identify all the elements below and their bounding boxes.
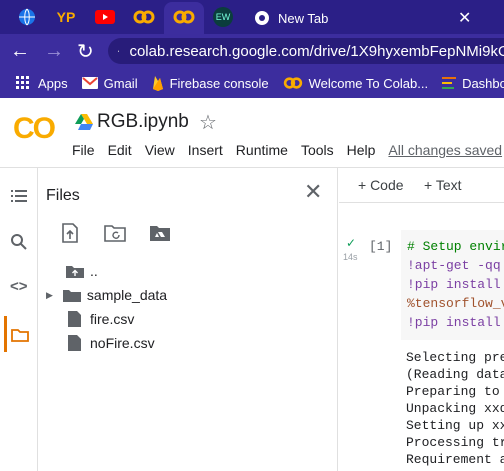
bookmark-firebase[interactable]: Firebase console bbox=[152, 75, 269, 91]
colab-icon bbox=[173, 10, 195, 24]
output-line: Selecting pre bbox=[406, 350, 504, 365]
notebook-title[interactable]: RGB.ipynb bbox=[97, 111, 189, 133]
notebook-area: + Code + Text ✓ 14s [1] # Setup envir !a… bbox=[339, 168, 504, 471]
files-panel-title: Files bbox=[46, 187, 80, 204]
bookmark-welcome-colab[interactable]: Welcome To Colab... bbox=[283, 76, 428, 91]
active-indicator bbox=[4, 316, 7, 352]
bookmarks-bar: Apps Gmail Firebase console Welcome To C… bbox=[0, 68, 504, 98]
output-line: Unpacking xxd bbox=[406, 401, 504, 416]
gmail-icon bbox=[81, 77, 98, 89]
add-text-button[interactable]: + Text bbox=[424, 177, 462, 193]
tab-colab-1[interactable] bbox=[127, 4, 161, 30]
parent-folder-icon bbox=[66, 266, 84, 278]
bookmark-gmail[interactable]: Gmail bbox=[81, 76, 138, 91]
menu-tools[interactable]: Tools bbox=[301, 142, 334, 158]
file-icon bbox=[68, 335, 81, 351]
execution-count[interactable]: [1] bbox=[369, 239, 392, 254]
apps-grid-icon bbox=[16, 76, 29, 89]
star-icon[interactable]: ☆ bbox=[199, 110, 217, 135]
bookmark-dashboard[interactable]: Dashboard bbox=[442, 76, 504, 91]
list-item[interactable]: .. bbox=[66, 263, 98, 279]
code-line: %tensorflow_v bbox=[407, 296, 504, 311]
tab-ew[interactable]: EW bbox=[206, 4, 240, 30]
search-icon[interactable] bbox=[11, 234, 27, 250]
refresh-folder-icon[interactable] bbox=[104, 224, 126, 242]
bookmark-apps[interactable]: Apps bbox=[16, 76, 68, 91]
menu-insert[interactable]: Insert bbox=[188, 142, 223, 158]
run-success-check-icon: ✓ bbox=[346, 236, 357, 250]
upload-icon[interactable] bbox=[62, 223, 78, 243]
tab-globe[interactable] bbox=[10, 4, 44, 30]
expand-arrow-icon[interactable]: ▶ bbox=[46, 290, 53, 301]
ew-icon: EW bbox=[213, 7, 233, 27]
colab-icon bbox=[283, 77, 302, 89]
dashboard-icon bbox=[442, 77, 457, 89]
menu-view[interactable]: View bbox=[145, 142, 175, 158]
tab-colab-active[interactable] bbox=[167, 4, 201, 30]
file-icon bbox=[68, 311, 81, 327]
reload-icon[interactable]: ↻ bbox=[77, 39, 94, 64]
code-snippets-icon[interactable]: <> bbox=[10, 278, 28, 295]
menu-help[interactable]: Help bbox=[347, 142, 376, 158]
output-line: (Reading data bbox=[406, 367, 504, 382]
code-line: !pip install bbox=[407, 277, 501, 292]
files-panel: Files ✕ .. ▶ sample_data fire.csv noFire… bbox=[38, 168, 338, 471]
close-icon[interactable]: ✕ bbox=[304, 179, 322, 205]
tab-title: New Tab bbox=[278, 10, 329, 26]
execution-duration: 14s bbox=[343, 252, 358, 262]
firebase-icon bbox=[152, 76, 163, 91]
table-of-contents-icon[interactable] bbox=[11, 190, 27, 202]
tab-new-tab[interactable]: New Tab ✕ bbox=[248, 2, 504, 34]
output-line: Requirement a bbox=[406, 452, 504, 467]
output-line: Setting up xx bbox=[406, 418, 504, 433]
url-text: colab.research.google.com/drive/1X9hyxem… bbox=[129, 42, 504, 60]
save-status-link[interactable]: All changes saved bbox=[388, 142, 502, 158]
folder-icon[interactable] bbox=[11, 328, 29, 342]
menu-file[interactable]: File bbox=[72, 142, 95, 158]
youtube-icon bbox=[95, 10, 115, 24]
code-line: !apt-get -qq bbox=[407, 258, 501, 273]
close-tab-icon[interactable]: ✕ bbox=[458, 8, 471, 28]
globe-icon bbox=[19, 8, 35, 26]
colab-menu-bar: File Edit View Insert Runtime Tools Help… bbox=[72, 142, 504, 158]
folder-icon bbox=[62, 290, 81, 302]
code-line: # Setup envir bbox=[407, 239, 504, 254]
yp-logo-icon: YP bbox=[56, 9, 76, 25]
add-code-button[interactable]: + Code bbox=[358, 177, 404, 193]
list-item[interactable]: noFire.csv bbox=[68, 335, 155, 351]
google-drive-icon bbox=[75, 114, 93, 130]
code-line: !pip install bbox=[407, 315, 501, 330]
mount-drive-icon[interactable] bbox=[149, 224, 171, 242]
chrome-icon bbox=[255, 11, 269, 25]
menu-edit[interactable]: Edit bbox=[108, 142, 132, 158]
tab-yp[interactable]: YP bbox=[49, 4, 83, 30]
list-item[interactable]: ▶ sample_data bbox=[46, 287, 167, 303]
output-line: Processing tr bbox=[406, 435, 504, 450]
cell-output: Selecting pre (Reading data Preparing to… bbox=[406, 350, 504, 469]
browser-tabstrip: YP EW New Tab ✕ bbox=[0, 0, 504, 34]
left-sidebar-rail: <> bbox=[0, 168, 38, 471]
forward-arrow-icon[interactable]: → bbox=[44, 40, 64, 63]
back-arrow-icon[interactable]: ← bbox=[10, 40, 30, 63]
lock-icon bbox=[118, 50, 120, 52]
toolbar-divider bbox=[339, 202, 504, 203]
colab-icon bbox=[133, 10, 155, 24]
menu-runtime[interactable]: Runtime bbox=[236, 142, 288, 158]
address-bar[interactable]: colab.research.google.com/drive/1X9hyxem… bbox=[108, 38, 504, 64]
output-line: Preparing to bbox=[406, 384, 500, 399]
list-item[interactable]: fire.csv bbox=[68, 311, 134, 327]
colab-logo[interactable]: CO bbox=[13, 112, 56, 146]
tab-youtube[interactable] bbox=[88, 4, 122, 30]
